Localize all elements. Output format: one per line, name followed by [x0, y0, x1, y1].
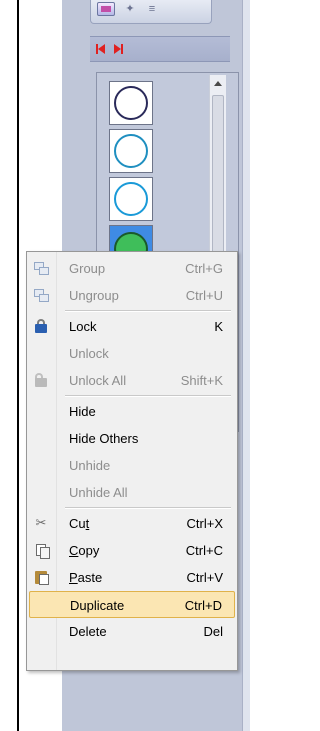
navigation-strip	[90, 36, 230, 62]
menu-item-unlock-all[interactable]: Unlock All Shift+K	[29, 367, 235, 394]
menu-items: Group Ctrl+G Ungroup Ctrl+U Lock K Unloc…	[29, 255, 235, 645]
thumbnail-item[interactable]	[109, 129, 153, 173]
circle-shape	[114, 182, 148, 216]
menu-item-shortcut: Ctrl+U	[185, 288, 223, 303]
paste-icon	[33, 569, 49, 585]
circle-shape	[114, 134, 148, 168]
menu-item-paste[interactable]: Paste Ctrl+V	[29, 564, 235, 591]
menu-item-hide-others[interactable]: Hide Others	[29, 425, 235, 452]
menu-item-unhide[interactable]: Unhide	[29, 452, 235, 479]
menu-item-shortcut: Ctrl+X	[186, 516, 223, 531]
menu-item-shortcut: Ctrl+G	[185, 261, 223, 276]
first-page-icon[interactable]	[96, 42, 112, 56]
menu-item-label: Ungroup	[69, 288, 119, 303]
menu-item-label: Hide	[69, 404, 96, 419]
menu-item-group[interactable]: Group Ctrl+G	[29, 255, 235, 282]
menu-item-shortcut: Del	[203, 624, 223, 639]
menu-item-shortcut: Shift+K	[180, 373, 223, 388]
image-view-icon[interactable]	[97, 2, 115, 16]
lock-icon	[33, 318, 49, 334]
thumbnail-list	[109, 81, 153, 273]
mini-toolbar: ✦ ≡	[90, 0, 212, 24]
ungroup-icon	[33, 287, 49, 303]
context-menu: Group Ctrl+G Ungroup Ctrl+U Lock K Unloc…	[26, 251, 238, 671]
menu-item-hide[interactable]: Hide	[29, 398, 235, 425]
menu-item-copy[interactable]: Copy Ctrl+C	[29, 537, 235, 564]
menu-item-unhide-all[interactable]: Unhide All	[29, 479, 235, 506]
scroll-up-arrow-icon[interactable]	[214, 81, 222, 86]
last-page-icon[interactable]	[114, 42, 130, 56]
menu-item-label: Lock	[69, 319, 97, 334]
thumbnail-item[interactable]	[109, 81, 153, 125]
copy-icon	[33, 542, 50, 559]
menu-item-shortcut: Ctrl+D	[184, 598, 222, 613]
menu-item-shortcut: Ctrl+V	[186, 570, 223, 585]
menu-item-label: Unhide All	[69, 485, 128, 500]
menu-item-label: Unlock All	[69, 373, 127, 388]
menu-item-label: Copy	[69, 543, 100, 558]
scissors-icon: ✂	[35, 515, 47, 530]
thumbnail-item[interactable]	[109, 177, 153, 221]
menu-item-cut[interactable]: ✂ Cut Ctrl+X	[29, 510, 235, 537]
effects-icon[interactable]: ✦	[121, 2, 139, 16]
menu-item-label: Hide Others	[69, 431, 139, 446]
menu-item-label: Delete	[69, 624, 107, 639]
menu-item-label: Duplicate	[70, 598, 125, 613]
menu-item-label: Unlock	[69, 346, 109, 361]
group-icon	[33, 260, 49, 276]
menu-item-delete[interactable]: Delete Del	[29, 618, 235, 645]
menu-item-shortcut: Ctrl+C	[185, 543, 223, 558]
unlock-icon	[33, 372, 49, 388]
circle-shape	[114, 86, 148, 120]
menu-item-label: Paste	[69, 570, 103, 585]
menu-item-label: Unhide	[69, 458, 111, 473]
scrollbar-thumb[interactable]	[212, 95, 224, 275]
menu-item-lock[interactable]: Lock K	[29, 313, 235, 340]
canvas-frame-line	[17, 0, 19, 731]
menu-item-label: Cut	[69, 516, 90, 531]
menu-item-unlock[interactable]: Unlock	[29, 340, 235, 367]
menu-item-label: Group	[69, 261, 106, 276]
menu-item-ungroup[interactable]: Ungroup Ctrl+U	[29, 282, 235, 309]
menu-item-shortcut: K	[214, 319, 223, 334]
list-view-icon[interactable]: ≡	[143, 2, 161, 16]
menu-item-duplicate[interactable]: Duplicate Ctrl+D	[29, 591, 235, 618]
dock-edge	[242, 0, 250, 731]
